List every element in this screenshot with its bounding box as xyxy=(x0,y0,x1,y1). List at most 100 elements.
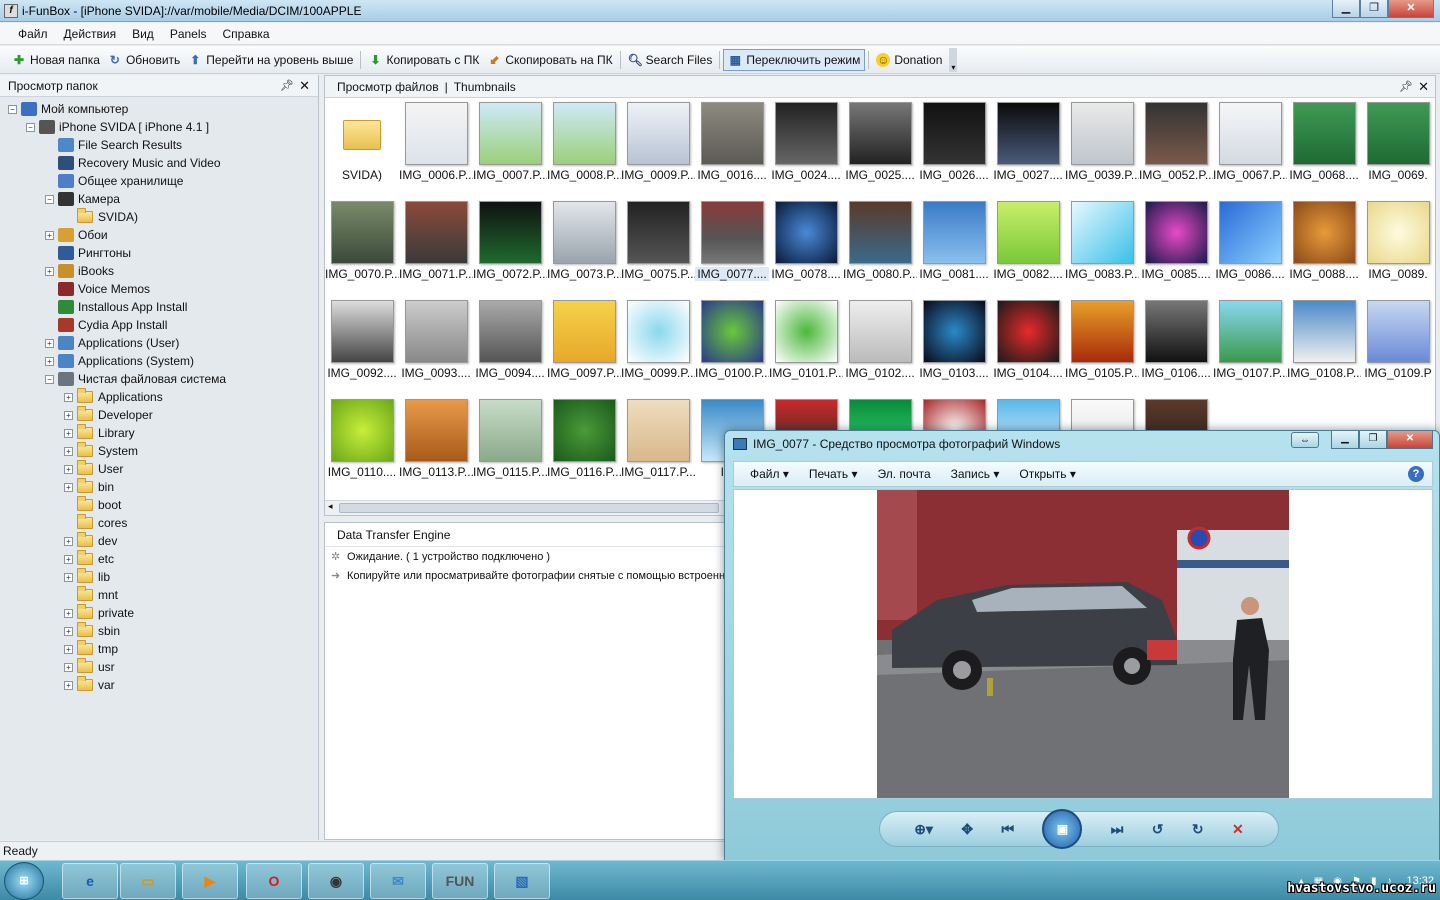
close-panel-icon[interactable]: ✕ xyxy=(299,78,310,94)
start-button[interactable]: ⊞ xyxy=(4,862,44,900)
image-thumbnail[interactable]: IMG_0101.P... xyxy=(769,296,843,395)
viewer-menu-burn[interactable]: Запись ▾ xyxy=(941,467,1010,481)
search-files-button[interactable]: 🔍︎ Search Files xyxy=(624,49,717,71)
image-thumbnail[interactable]: IMG_0016.... xyxy=(695,98,769,197)
scrollbar-thumb[interactable] xyxy=(339,503,719,513)
tree-item[interactable]: + Applications xyxy=(64,388,163,406)
image-thumbnail[interactable]: IMG_0089. xyxy=(1361,197,1435,296)
tree-item[interactable]: + Обои xyxy=(45,226,108,244)
image-thumbnail[interactable]: IMG_0067.P... xyxy=(1213,98,1287,197)
image-thumbnail[interactable]: IMG_0085.... xyxy=(1139,197,1213,296)
expand-icon[interactable]: + xyxy=(64,392,73,402)
menu-panels[interactable]: Panels xyxy=(162,27,215,41)
image-thumbnail[interactable]: IMG_0008.P... xyxy=(547,98,621,197)
tree-item[interactable]: SVIDA) xyxy=(64,208,138,226)
image-thumbnail[interactable]: IMG_0115.P... xyxy=(473,395,547,494)
expand-icon[interactable]: + xyxy=(64,410,73,420)
image-thumbnail[interactable]: IMG_0088.... xyxy=(1287,197,1361,296)
image-thumbnail[interactable]: IMG_0027.... xyxy=(991,98,1065,197)
next-icon[interactable]: ⏭ xyxy=(1111,821,1124,838)
tree-item[interactable]: Рингтоны xyxy=(45,244,131,262)
tree-item[interactable]: + dev xyxy=(64,532,117,550)
expand-icon[interactable]: + xyxy=(45,266,54,276)
tree-item[interactable]: + Developer xyxy=(64,406,153,424)
viewer-minimize-button[interactable]: ▁ xyxy=(1331,431,1359,449)
image-thumbnail[interactable]: IMG_0073.P... xyxy=(547,197,621,296)
viewer-menu-print[interactable]: Печать ▾ xyxy=(799,467,868,481)
rotate-left-icon[interactable]: ↺ xyxy=(1152,821,1164,838)
image-thumbnail[interactable]: IMG_0106.... xyxy=(1139,296,1213,395)
expand-icon[interactable]: + xyxy=(64,608,73,618)
copy-to-pc-button[interactable]: ⬋ Скопировать на ПК xyxy=(483,49,616,71)
image-thumbnail[interactable]: IMG_0080.P... xyxy=(843,197,917,296)
tree-item[interactable]: boot xyxy=(64,496,121,514)
image-thumbnail[interactable]: IMG_0113.P... xyxy=(399,395,473,494)
tree-item[interactable]: + bin xyxy=(64,478,114,496)
tree-item[interactable]: + Library xyxy=(64,424,135,442)
messenger-taskbar-icon[interactable]: ✉ xyxy=(370,863,426,899)
zoom-icon[interactable]: ⊕▾ xyxy=(914,821,933,838)
previous-icon[interactable]: ⏮ xyxy=(1001,821,1014,838)
slideshow-button[interactable]: ▣ xyxy=(1042,809,1083,849)
tree-item[interactable]: + System xyxy=(64,442,138,460)
explorer-taskbar-icon[interactable]: ▭ xyxy=(120,863,176,899)
photo-viewer-taskbar-icon[interactable]: ▧ xyxy=(494,863,550,899)
tree-item[interactable]: − Мой компьютер xyxy=(8,100,128,118)
close-panel-icon[interactable]: ✕ xyxy=(1418,79,1429,95)
image-thumbnail[interactable]: IMG_0078.... xyxy=(769,197,843,296)
minimize-button[interactable]: ▁ xyxy=(1332,0,1360,18)
image-thumbnail[interactable]: IMG_0071.P... xyxy=(399,197,473,296)
switch-mode-button[interactable]: ▦ Переключить режим xyxy=(723,48,866,71)
tree-item[interactable]: + usr xyxy=(64,658,115,676)
collapse-icon[interactable]: − xyxy=(45,194,54,204)
opera-taskbar-icon[interactable]: O xyxy=(246,863,302,899)
image-thumbnail[interactable]: IMG_0069. xyxy=(1361,98,1435,197)
copy-from-pc-button[interactable]: ⬇ Копировать с ПК xyxy=(364,49,483,71)
collapse-icon[interactable]: − xyxy=(45,374,54,384)
expand-icon[interactable]: + xyxy=(64,464,73,474)
image-thumbnail[interactable]: IMG_0007.P... xyxy=(473,98,547,197)
media-player-taskbar-icon[interactable]: ▶ xyxy=(182,863,238,899)
tree-item[interactable]: + Applications (System) xyxy=(45,352,194,370)
tree-item[interactable]: Общее хранилище xyxy=(45,172,183,190)
image-thumbnail[interactable]: IMG_0102.... xyxy=(843,296,917,395)
expand-icon[interactable]: + xyxy=(64,482,73,492)
tree-item[interactable]: + var xyxy=(64,676,115,694)
collapse-icon[interactable]: − xyxy=(26,122,35,132)
image-thumbnail[interactable]: IMG_0108.P... xyxy=(1287,296,1361,395)
image-thumbnail[interactable]: IMG_0104.... xyxy=(991,296,1065,395)
tree-item[interactable]: + etc xyxy=(64,550,114,568)
image-thumbnail[interactable]: IMG_0072.P... xyxy=(473,197,547,296)
image-thumbnail[interactable]: IMG_0103.... xyxy=(917,296,991,395)
viewer-menu-open[interactable]: Открыть ▾ xyxy=(1009,467,1085,481)
tree-item[interactable]: File Search Results xyxy=(45,136,182,154)
expand-icon[interactable]: + xyxy=(64,446,73,456)
up-level-button[interactable]: ⬆ Перейти на уровень выше xyxy=(184,49,357,71)
image-thumbnail[interactable]: IMG_0052.P... xyxy=(1139,98,1213,197)
image-thumbnail[interactable]: IMG_0068.... xyxy=(1287,98,1361,197)
image-thumbnail[interactable]: IMG_0110.... xyxy=(325,395,399,494)
tree-item[interactable]: Recovery Music and Video xyxy=(45,154,221,172)
tree-item[interactable]: + User xyxy=(64,460,123,478)
tree-item[interactable]: Cydia App Install xyxy=(45,316,167,334)
menu-help[interactable]: Справка xyxy=(215,27,278,41)
help-icon[interactable]: ? xyxy=(1408,466,1424,482)
menu-view[interactable]: Вид xyxy=(124,27,162,41)
viewer-close-button[interactable]: ✕ xyxy=(1387,431,1433,449)
image-thumbnail[interactable]: IMG_0086.... xyxy=(1213,197,1287,296)
image-thumbnail[interactable]: IMG_0099.P... xyxy=(621,296,695,395)
ifunbox-taskbar-icon[interactable]: FUN xyxy=(432,863,488,899)
tree-item[interactable]: − Камера xyxy=(45,190,120,208)
image-thumbnail[interactable]: IMG_0094.... xyxy=(473,296,547,395)
tree-item[interactable]: + private xyxy=(64,604,134,622)
image-thumbnail[interactable]: IMG_0039.P... xyxy=(1065,98,1139,197)
expand-icon[interactable]: + xyxy=(45,356,54,366)
image-thumbnail[interactable]: IMG_0109.P xyxy=(1361,296,1435,395)
tree-item[interactable]: mnt xyxy=(64,586,118,604)
close-button[interactable]: ✕ xyxy=(1388,0,1434,18)
pin-icon[interactable]: 📌︎ xyxy=(280,79,294,92)
image-thumbnail[interactable]: IMG_0024.... xyxy=(769,98,843,197)
toolbar-overflow-icon[interactable]: ▾ xyxy=(949,47,958,72)
image-thumbnail[interactable]: IMG_0093.... xyxy=(399,296,473,395)
image-thumbnail[interactable]: IMG_0070.P... xyxy=(325,197,399,296)
